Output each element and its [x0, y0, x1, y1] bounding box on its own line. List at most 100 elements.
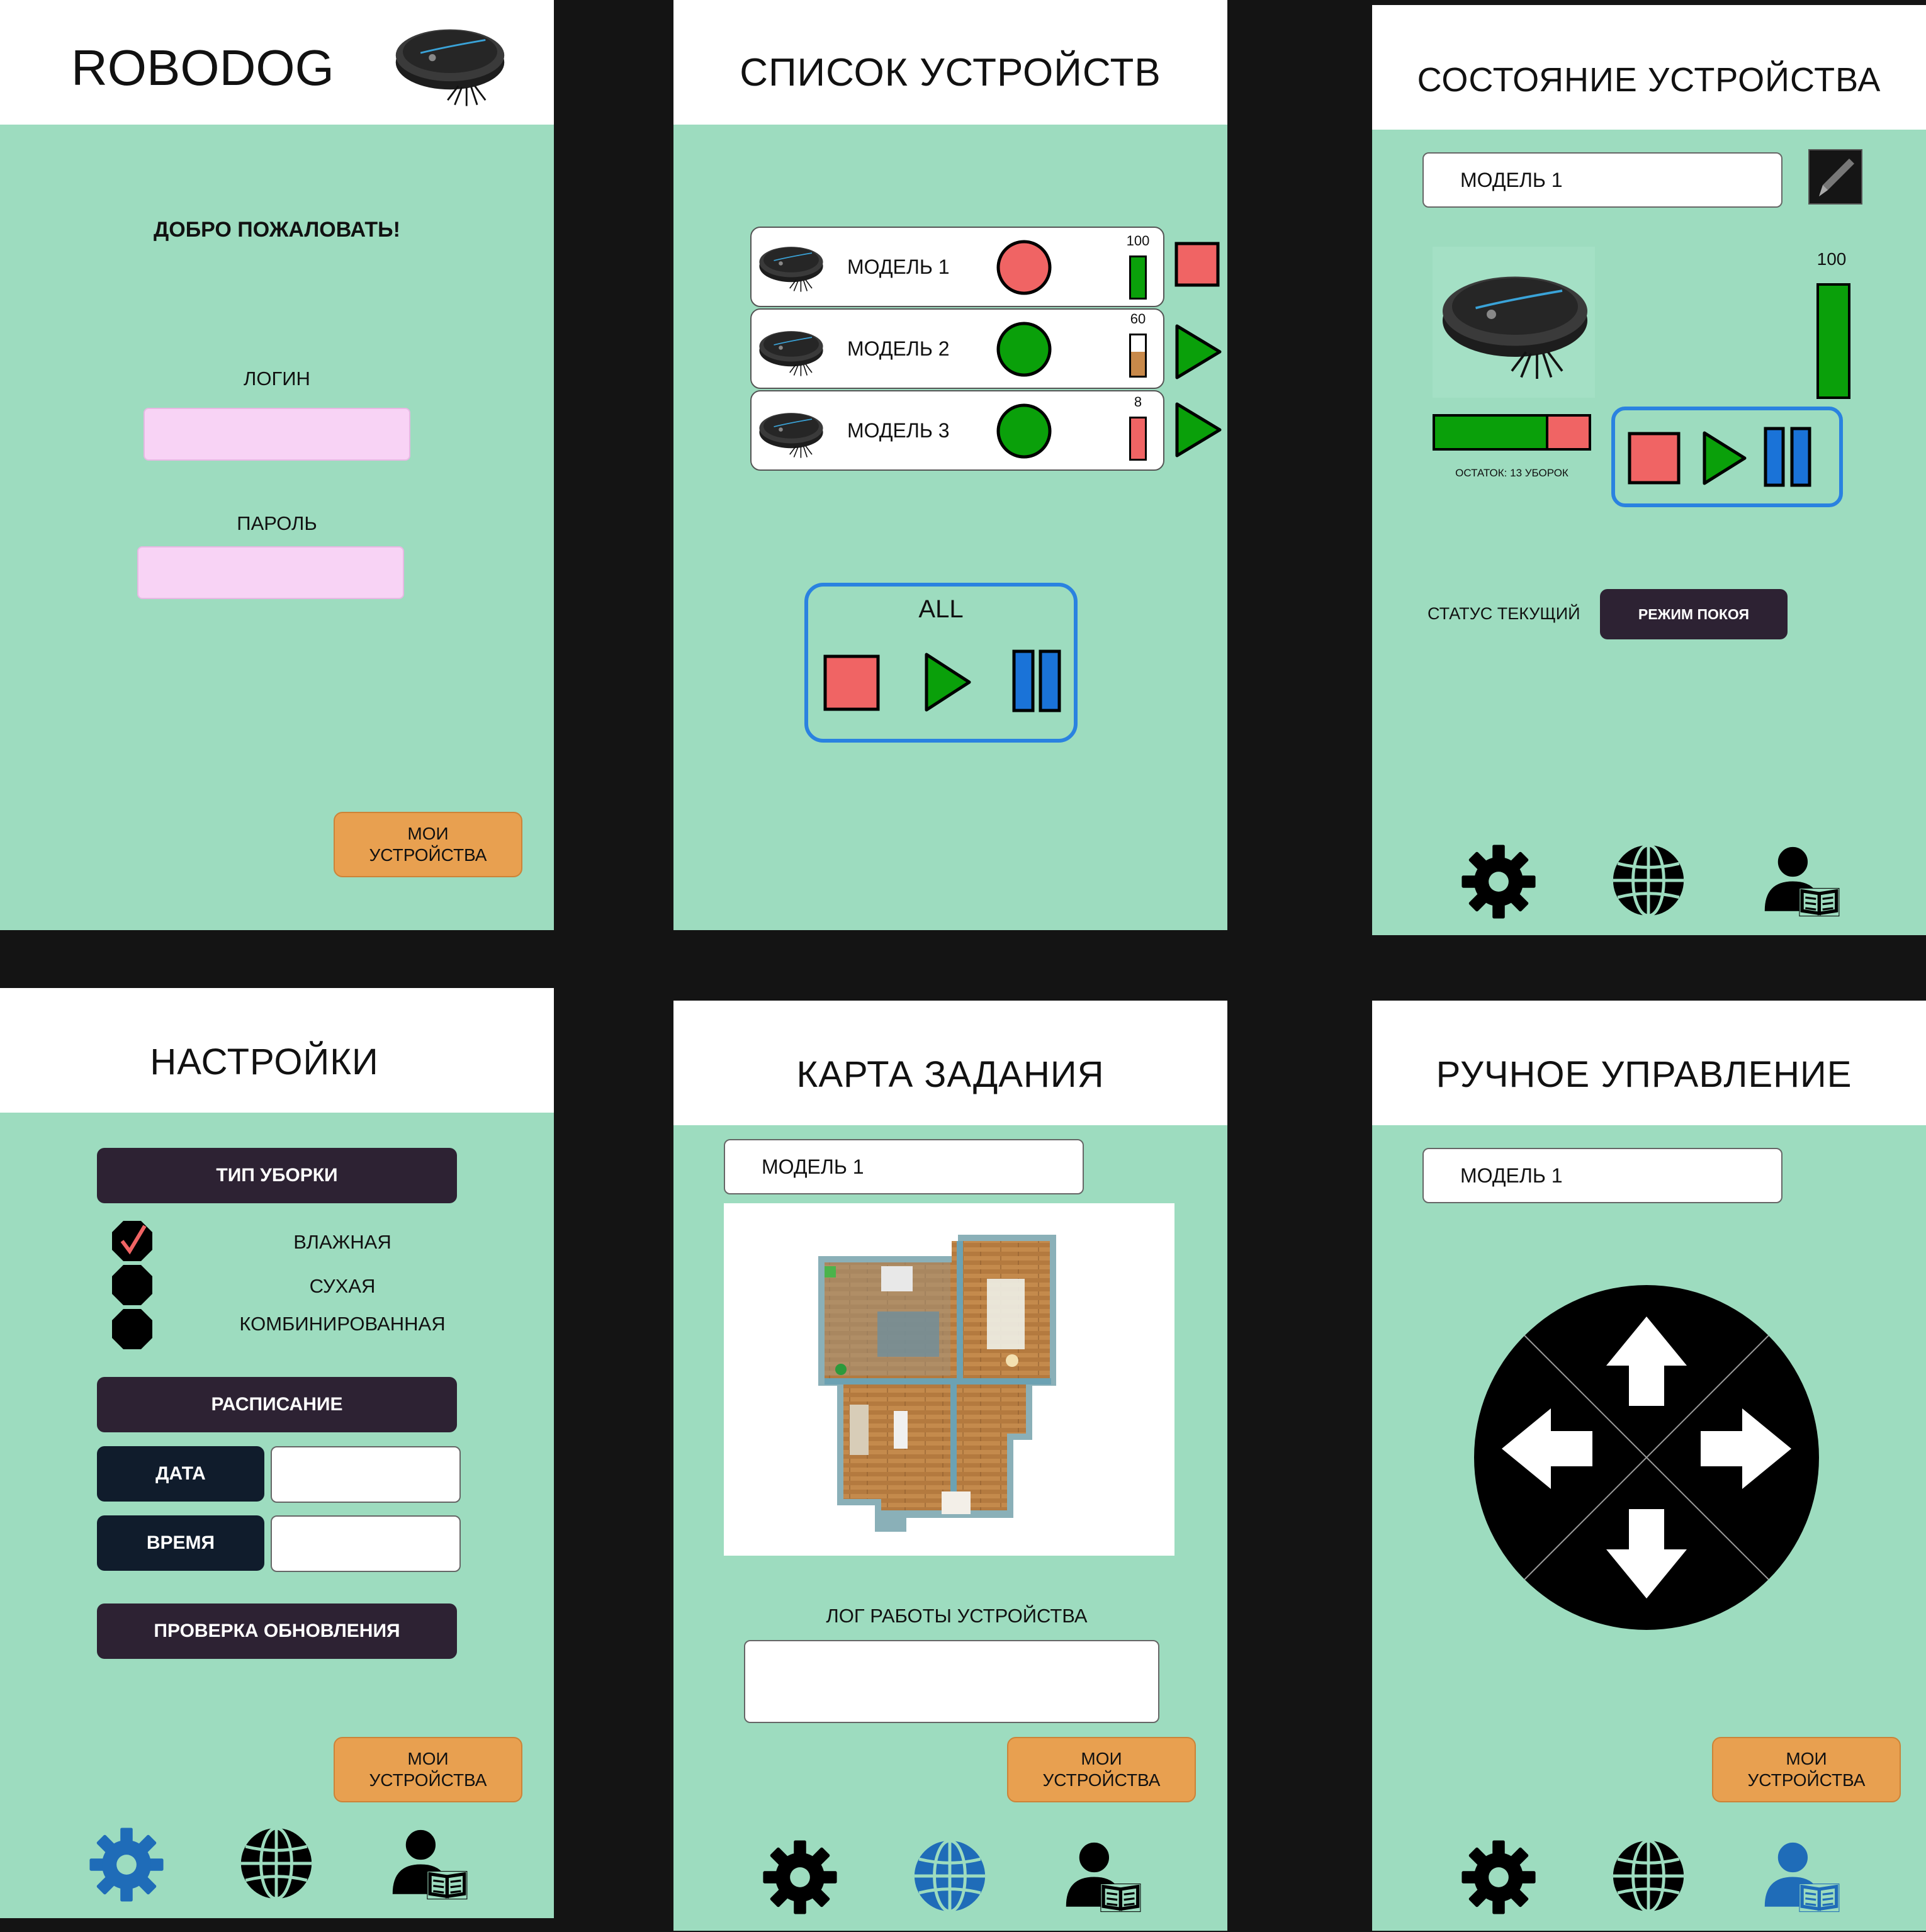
- password-label: ПАРОЛЬ: [237, 512, 317, 534]
- login-header: ROBODOG: [0, 0, 554, 125]
- cleaning-type-header[interactable]: ТИП УБОРКИ: [97, 1148, 457, 1203]
- device-row-3[interactable]: МОДЕЛЬ 3 8: [750, 390, 1164, 471]
- all-controls-panel: ALL: [804, 583, 1078, 743]
- gear-icon[interactable]: [88, 1826, 165, 1903]
- stop-icon[interactable]: [823, 654, 880, 711]
- login-screen: ROBODOG ДОБРО ПОЖАЛОВАТЬ! ЛОГИН ПАРОЛЬ М…: [0, 0, 554, 930]
- model-field[interactable]: МОДЕЛЬ 1: [724, 1139, 1084, 1194]
- device-image: [1433, 247, 1595, 398]
- globe-icon[interactable]: [238, 1825, 315, 1902]
- user-manual-icon[interactable]: [1761, 1840, 1840, 1913]
- direction-pad: [1474, 1285, 1819, 1630]
- page-title: СОСТОЯНИЕ УСТРОЙСТВА: [1417, 61, 1881, 99]
- device-state-header: СОСТОЯНИЕ УСТРОЙСТВА: [1372, 5, 1926, 130]
- option-label: КОМБИНИРОВАННАЯ: [239, 1313, 446, 1335]
- stop-icon[interactable]: [1174, 242, 1221, 288]
- time-input[interactable]: [271, 1515, 461, 1572]
- login-input[interactable]: [144, 408, 410, 461]
- status-badge: РЕЖИМ ПОКОЯ: [1600, 589, 1788, 639]
- gear-icon[interactable]: [1460, 843, 1537, 920]
- check-update-button[interactable]: ПРОВЕРКА ОБНОВЛЕНИЯ: [97, 1603, 457, 1659]
- play-icon[interactable]: [1174, 402, 1222, 458]
- battery-percent: 60: [1130, 311, 1146, 327]
- welcome-text: ДОБРО ПОЖАЛОВАТЬ!: [154, 218, 400, 242]
- my-devices-button[interactable]: МОИ УСТРОЙСТВА: [1007, 1737, 1196, 1802]
- globe-icon[interactable]: [911, 1838, 988, 1914]
- date-input[interactable]: [271, 1446, 461, 1503]
- my-devices-label: МОИ УСТРОЙСТВА: [1042, 1749, 1161, 1790]
- my-devices-button[interactable]: МОИ УСТРОЙСТВА: [334, 1737, 522, 1802]
- robot-vacuum-icon: [390, 16, 510, 111]
- page-title: КАРТА ЗАДАНИЯ: [796, 1054, 1105, 1095]
- globe-icon[interactable]: [1610, 842, 1687, 919]
- gear-icon[interactable]: [762, 1839, 838, 1916]
- option-label: ВЛАЖНАЯ: [293, 1231, 391, 1253]
- manual-header: РУЧНОЕ УПРАВЛЕНИЕ: [1372, 1001, 1926, 1125]
- robot-vacuum-icon: [757, 323, 826, 379]
- gear-icon[interactable]: [1460, 1839, 1537, 1916]
- battery-percent: 8: [1134, 394, 1142, 410]
- globe-icon[interactable]: [1610, 1838, 1687, 1914]
- option-label: СУХАЯ: [309, 1275, 376, 1297]
- user-manual-icon[interactable]: [389, 1828, 468, 1901]
- remaining-text: ОСТАТОК: 13 УБОРОК: [1455, 467, 1568, 479]
- model-value: МОДЕЛЬ 1: [1460, 1164, 1563, 1187]
- supply-fill: [1435, 417, 1548, 448]
- checkbox-combined[interactable]: [111, 1308, 154, 1351]
- battery-bar: [1129, 417, 1147, 461]
- robot-vacuum-icon: [1436, 259, 1594, 385]
- time-label: ВРЕМЯ: [97, 1515, 264, 1571]
- robot-vacuum-icon: [757, 405, 826, 461]
- edit-pencil-icon[interactable]: [1808, 149, 1863, 205]
- manual-control-screen: РУЧНОЕ УПРАВЛЕНИЕ МОДЕЛЬ 1 МОИ УСТРОЙСТВ…: [1372, 1001, 1926, 1931]
- model-field[interactable]: МОДЕЛЬ 1: [1422, 1148, 1782, 1203]
- my-devices-label: МОИ УСТРОЙСТВА: [1747, 1749, 1866, 1790]
- my-devices-label: МОИ УСТРОЙСТВА: [369, 824, 487, 865]
- device-name: МОДЕЛЬ 2: [847, 337, 950, 360]
- settings-header: НАСТРОЙКИ: [0, 988, 554, 1113]
- controls-panel: [1611, 407, 1843, 507]
- stop-icon[interactable]: [1628, 432, 1681, 485]
- pause-icon[interactable]: [1012, 649, 1062, 712]
- battery-bar: [1129, 334, 1147, 378]
- log-box[interactable]: [744, 1640, 1159, 1723]
- model-value: МОДЕЛЬ 1: [762, 1155, 864, 1178]
- device-list-screen: СПИСОК УСТРОЙСТВ МОДЕЛЬ 1 100 МОДЕЛЬ 2 6…: [673, 0, 1227, 930]
- user-manual-icon[interactable]: [1761, 845, 1840, 918]
- robot-vacuum-icon: [757, 239, 826, 295]
- play-icon[interactable]: [1174, 323, 1222, 380]
- checkbox-dry[interactable]: [111, 1264, 154, 1306]
- status-indicator: [996, 403, 1052, 459]
- device-row-2[interactable]: МОДЕЛЬ 2 60: [750, 308, 1164, 389]
- device-name: МОДЕЛЬ 1: [847, 255, 950, 278]
- page-title: СПИСОК УСТРОЙСТВ: [740, 51, 1161, 94]
- device-name: МОДЕЛЬ 3: [847, 418, 950, 442]
- status-indicator: [996, 240, 1052, 295]
- settings-screen: НАСТРОЙКИ ТИП УБОРКИ ВЛАЖНАЯ СУХАЯ КОМБИ…: [0, 988, 554, 1918]
- floor-plan[interactable]: [724, 1203, 1174, 1556]
- device-row-1[interactable]: МОДЕЛЬ 1 100: [750, 227, 1164, 307]
- floor-plan-drawing: [818, 1235, 1056, 1532]
- my-devices-label: МОИ УСТРОЙСТВА: [369, 1749, 487, 1790]
- battery-bar: [1129, 256, 1147, 300]
- device-list-header: СПИСОК УСТРОЙСТВ: [673, 0, 1227, 125]
- my-devices-button[interactable]: МОИ УСТРОЙСТВА: [1712, 1737, 1901, 1802]
- play-icon[interactable]: [1702, 430, 1747, 486]
- play-icon[interactable]: [924, 652, 972, 712]
- status-label: СТАТУС ТЕКУЩИЙ: [1428, 604, 1580, 623]
- brand-title: ROBODOG: [71, 40, 334, 96]
- password-input[interactable]: [137, 546, 404, 599]
- my-devices-button[interactable]: МОИ УСТРОЙСТВА: [334, 812, 522, 877]
- model-field[interactable]: МОДЕЛЬ 1: [1422, 152, 1782, 208]
- pause-icon[interactable]: [1764, 427, 1814, 487]
- schedule-header[interactable]: РАСПИСАНИЕ: [97, 1377, 457, 1432]
- date-label: ДАТА: [97, 1446, 264, 1502]
- user-manual-icon[interactable]: [1062, 1840, 1142, 1913]
- page-title: НАСТРОЙКИ: [150, 1042, 379, 1082]
- status-indicator: [996, 322, 1052, 377]
- battery-percent: 100: [1816, 249, 1847, 269]
- model-value: МОДЕЛЬ 1: [1460, 168, 1563, 191]
- checkbox-wet[interactable]: [111, 1220, 154, 1262]
- battery-percent: 100: [1126, 233, 1150, 249]
- log-label: ЛОГ РАБОТЫ УСТРОЙСТВА: [826, 1605, 1088, 1627]
